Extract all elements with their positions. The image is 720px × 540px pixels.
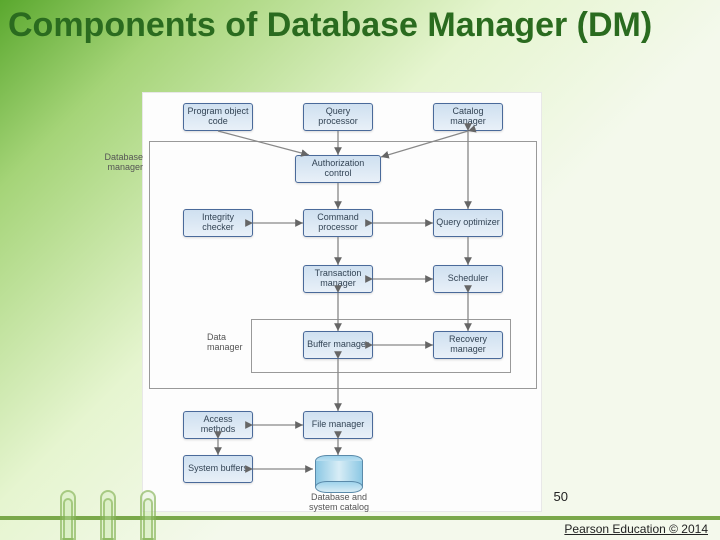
label-database-manager: Database manager [83,153,143,173]
page-number: 50 [554,489,568,504]
node-transaction-manager: Transaction manager [303,265,373,293]
slide-title: Components of Database Manager (DM) [0,0,720,47]
diagram-container: Database manager Data manager Program ob… [142,92,542,512]
node-authorization-control: Authorization control [295,155,381,183]
node-recovery-manager: Recovery manager [433,331,503,359]
node-catalog-manager: Catalog manager [433,103,503,131]
node-command-processor: Command processor [303,209,373,237]
node-scheduler: Scheduler [433,265,503,293]
node-system-buffers: System buffers [183,455,253,483]
node-integrity-checker: Integrity checker [183,209,253,237]
node-program-object-code: Program object code [183,103,253,131]
node-access-methods: Access methods [183,411,253,439]
node-query-processor: Query processor [303,103,373,131]
node-query-optimizer: Query optimizer [433,209,503,237]
credit-line: Pearson Education © 2014 [564,522,708,536]
node-buffer-manager: Buffer manager [303,331,373,359]
node-file-manager: File manager [303,411,373,439]
